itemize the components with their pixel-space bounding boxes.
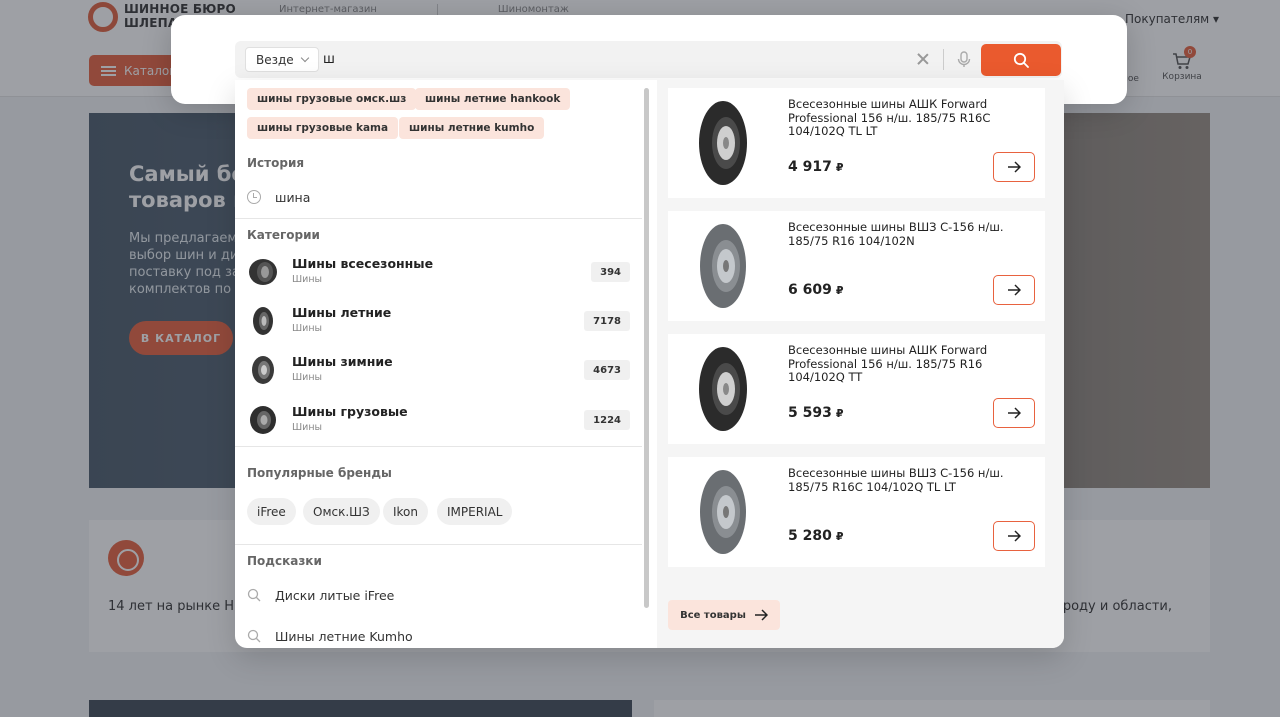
microphone-icon[interactable]	[957, 51, 971, 68]
category-count: 1224	[584, 410, 630, 430]
hint-item[interactable]: Шины летние Kumho	[247, 624, 413, 648]
search-icon	[247, 629, 261, 643]
product-card[interactable]: Всесезонные шины АШК Forward Professiona…	[668, 334, 1045, 444]
tire-image	[699, 101, 747, 185]
tire-thumbnail-icon	[247, 256, 279, 288]
arrow-right-icon	[754, 609, 768, 621]
arrow-right-icon	[1008, 284, 1021, 296]
product-name: Всесезонные шины АШК Forward Professiona…	[788, 97, 991, 138]
category-parent: Шины	[292, 323, 323, 334]
category-name: Шины летние	[292, 305, 392, 320]
search-submit-button[interactable]	[981, 44, 1061, 76]
suggest-chip[interactable]: шины грузовые kama	[247, 117, 399, 139]
product-price: 4 917 ₽	[788, 159, 844, 175]
category-item[interactable]: Шины всесезонные Шины 394	[247, 252, 630, 292]
product-name: Всесезонные шины АШК Forward Professiona…	[788, 343, 988, 384]
clear-icon[interactable]	[916, 52, 930, 66]
suggest-chip[interactable]: шины летние hankook	[415, 88, 571, 110]
suggest-chip[interactable]: шины летние kumho	[399, 117, 545, 139]
category-parent: Шины	[292, 372, 323, 383]
chevron-down-icon	[300, 53, 309, 63]
hint-item[interactable]: Диски литые iFree	[247, 583, 394, 607]
hints-title: Подсказки	[247, 554, 322, 568]
arrow-right-icon	[1008, 407, 1021, 419]
category-count: 4673	[584, 360, 630, 380]
scrollbar[interactable]	[644, 88, 649, 608]
tire-thumbnail-icon	[247, 354, 279, 386]
arrow-right-icon	[1008, 530, 1021, 542]
history-title: История	[247, 156, 305, 170]
category-count: 394	[591, 262, 630, 282]
brand-chip[interactable]: Омск.ШЗ	[303, 498, 380, 525]
category-name: Шины грузовые	[292, 404, 408, 419]
search-bar: Везде	[235, 41, 1062, 78]
product-card[interactable]: Всесезонные шины ВШЗ С-156 н/ш. 185/75 R…	[668, 457, 1045, 567]
category-item[interactable]: Шины зимние Шины 4673	[247, 350, 630, 390]
tire-thumbnail-icon	[247, 305, 279, 337]
category-name: Шины зимние	[292, 354, 393, 369]
search-input[interactable]	[323, 47, 903, 72]
tire-image	[699, 347, 747, 431]
product-open-button[interactable]	[993, 521, 1035, 551]
clock-icon	[247, 190, 261, 204]
product-open-button[interactable]	[993, 398, 1035, 428]
history-item[interactable]: шина	[247, 184, 310, 210]
category-count: 7178	[584, 311, 630, 331]
brand-chip[interactable]: IMPERIAL	[437, 498, 513, 525]
product-price: 5 593 ₽	[788, 405, 844, 421]
category-item[interactable]: Шины грузовые Шины 1224	[247, 400, 630, 440]
brand-chip[interactable]: Ikon	[383, 498, 429, 525]
product-open-button[interactable]	[993, 275, 1035, 305]
tire-image	[700, 224, 746, 308]
product-name: Всесезонные шины ВШЗ С-156 н/ш. 185/75 R…	[788, 220, 1004, 248]
category-parent: Шины	[292, 422, 323, 433]
section-divider	[235, 446, 642, 447]
product-name: Всесезонные шины ВШЗ С-156 н/ш. 185/75 R…	[788, 466, 1004, 494]
product-open-button[interactable]	[993, 152, 1035, 182]
category-parent: Шины	[292, 274, 323, 285]
tire-thumbnail-icon	[247, 404, 279, 436]
search-dropdown: шины грузовые омск.шз шины летние hankoo…	[235, 80, 1064, 648]
category-name: Шины всесезонные	[292, 256, 434, 271]
product-price: 5 280 ₽	[788, 528, 844, 544]
search-divider	[943, 49, 944, 70]
section-divider	[235, 544, 642, 545]
product-price: 6 609 ₽	[788, 282, 844, 298]
product-card[interactable]: Всесезонные шины АШК Forward Professiona…	[668, 88, 1045, 198]
search-scope-select[interactable]: Везде	[245, 47, 319, 72]
brands-title: Популярные бренды	[247, 466, 392, 480]
category-item[interactable]: Шины летние Шины 7178	[247, 301, 630, 341]
arrow-right-icon	[1008, 161, 1021, 173]
all-products-button[interactable]: Все товары	[668, 600, 780, 630]
section-divider	[235, 218, 642, 219]
suggest-chip[interactable]: шины грузовые омск.шз	[247, 88, 417, 110]
categories-title: Категории	[247, 228, 320, 242]
suggestions-column: шины грузовые омск.шз шины летние hankoo…	[235, 80, 642, 648]
products-column: Всесезонные шины АШК Forward Professiona…	[657, 80, 1064, 648]
product-card[interactable]: Всесезонные шины ВШЗ С-156 н/ш. 185/75 R…	[668, 211, 1045, 321]
search-icon	[1013, 52, 1029, 68]
brand-chip[interactable]: iFree	[247, 498, 296, 525]
search-icon	[247, 588, 261, 602]
tire-image	[700, 470, 746, 554]
